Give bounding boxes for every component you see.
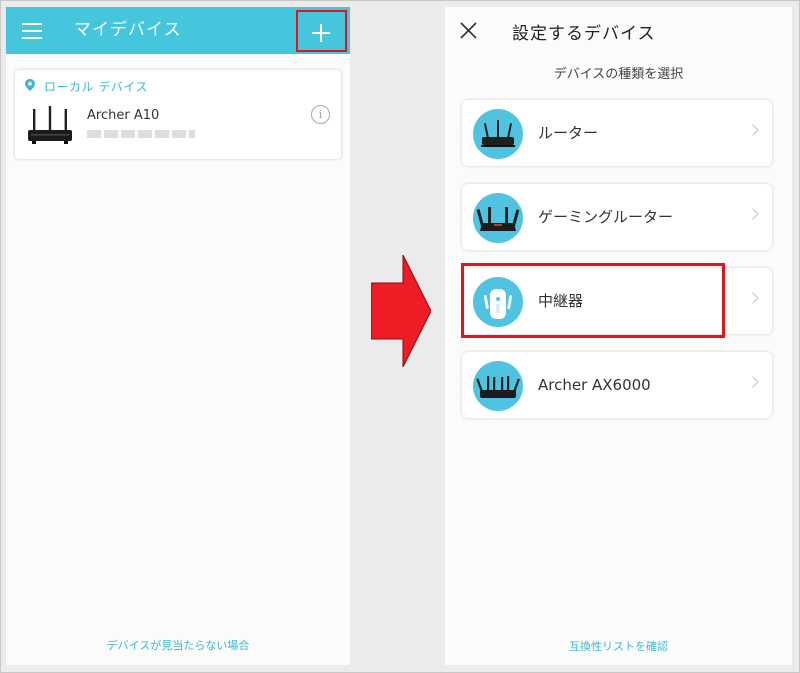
info-icon[interactable]: i [311,105,330,124]
chevron-right-icon [747,208,759,220]
page-title: 設定するデバイス [512,24,656,44]
router-image [28,106,72,144]
device-type-gaming-router[interactable]: ゲーミングルーター [462,184,772,250]
select-device-screen: 設定するデバイス デバイスの種類を選択 ルーター ゲーミングルーター 中継器 A… [445,7,792,665]
page-subtitle: デバイスの種類を選択 [553,67,684,82]
close-icon[interactable] [460,22,477,39]
chevron-right-icon [747,376,759,388]
device-address-redacted [87,130,195,138]
add-device-button[interactable] [296,10,347,52]
hamburger-icon[interactable] [22,23,42,39]
device-type-label: Archer AX6000 [538,376,651,394]
device-type-label: ルーター [538,124,599,142]
compatibility-list-link[interactable]: 互換性リストを確認 [445,638,792,654]
page-title: マイデバイス [74,20,182,40]
location-pin-icon [25,79,35,91]
router-icon [473,109,523,159]
chevron-right-icon [747,292,759,304]
router-icon [473,361,523,411]
device-not-found-link[interactable]: デバイスが見当たらない場合 [6,637,350,653]
device-name: Archer A10 [87,108,160,123]
app-header: マイデバイス [6,7,350,54]
my-devices-screen: マイデバイス ローカル デバイス Archer A10 i デバイスが見当たらな… [6,7,350,665]
highlight-box [461,263,725,338]
device-type-archer-ax6000[interactable]: Archer AX6000 [462,352,772,418]
section-label: ローカル デバイス [44,80,148,94]
chevron-right-icon [747,124,759,136]
plus-icon [312,24,330,42]
device-card[interactable]: ローカル デバイス Archer A10 i [15,70,341,159]
right-arrow-icon [371,255,431,367]
device-type-router[interactable]: ルーター [462,100,772,166]
gaming-router-icon [473,193,523,243]
device-type-label: ゲーミングルーター [538,208,674,226]
